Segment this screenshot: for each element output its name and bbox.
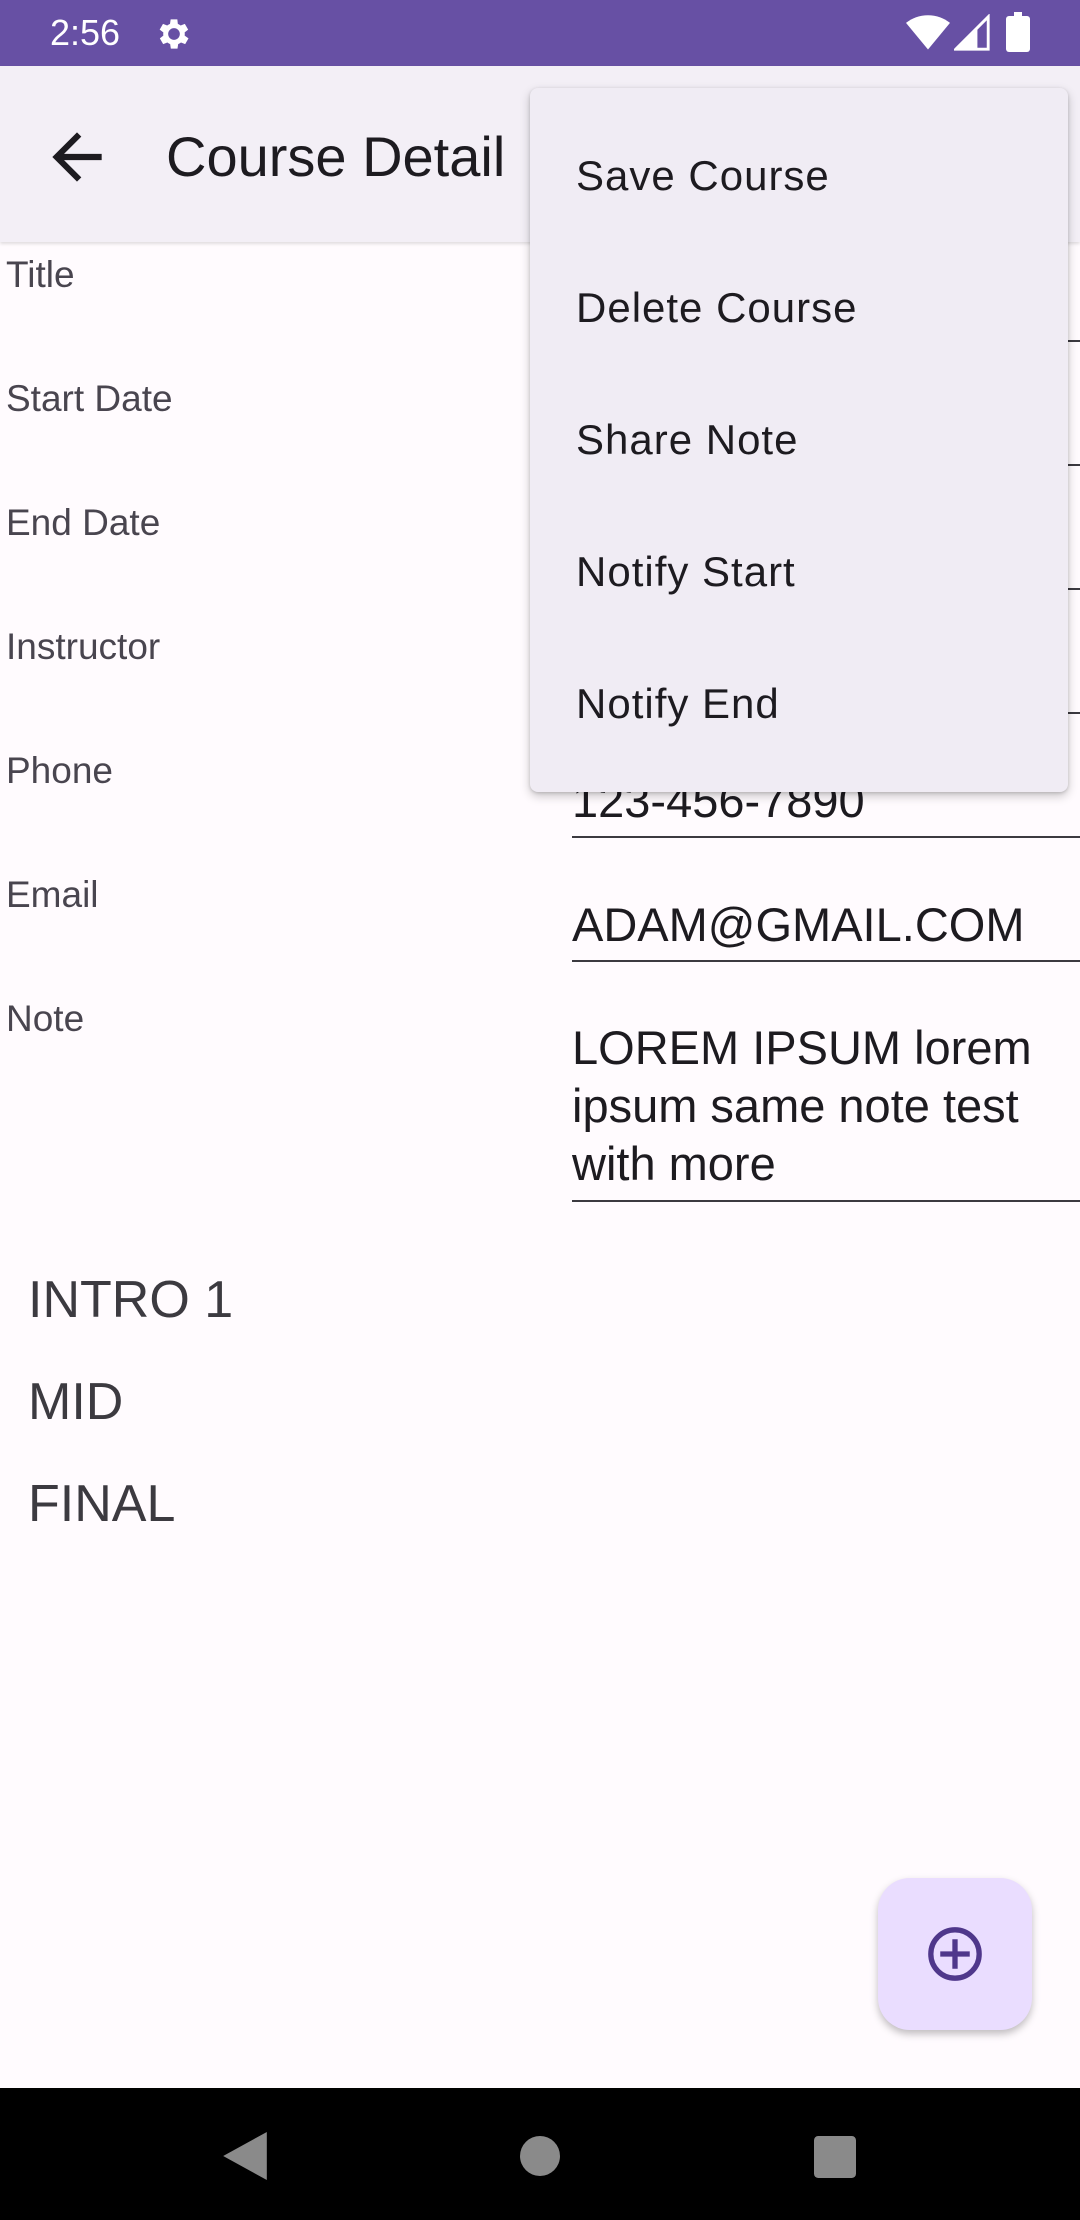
add-circle-icon bbox=[928, 1927, 982, 1981]
status-time: 2:56 bbox=[50, 12, 121, 53]
note-field-underline bbox=[572, 1200, 1080, 1202]
overflow-menu: Save Course Delete Course Share Note Not… bbox=[530, 88, 1068, 792]
email-label: Email bbox=[6, 874, 99, 915]
wifi-icon bbox=[906, 15, 950, 50]
menu-item-notify-end[interactable]: Notify End bbox=[530, 638, 1068, 770]
menu-item-label: Notify Start bbox=[576, 548, 796, 595]
nav-back-icon[interactable] bbox=[222, 2132, 268, 2180]
menu-item-save-course[interactable]: Save Course bbox=[530, 110, 1068, 242]
end-date-label: End Date bbox=[6, 502, 161, 543]
signal-icon bbox=[954, 14, 990, 51]
list-item[interactable]: INTRO 1 bbox=[28, 1268, 233, 1332]
arrow-back-icon[interactable] bbox=[40, 120, 114, 194]
status-bar: 2:56 bbox=[0, 0, 1080, 66]
title-label: Title bbox=[6, 254, 75, 295]
menu-item-label: Save Course bbox=[576, 152, 830, 199]
instructor-label: Instructor bbox=[6, 626, 161, 667]
add-assessment-button[interactable] bbox=[878, 1878, 1032, 2030]
note-field[interactable]: LOREM IPSUM lorem ipsum same note test w… bbox=[572, 1019, 1080, 1193]
list-item[interactable]: FINAL bbox=[28, 1472, 175, 1536]
menu-item-label: Notify End bbox=[576, 680, 780, 727]
nav-home-icon[interactable] bbox=[520, 2136, 560, 2176]
email-field[interactable]: ADAM@GMAIL.COM bbox=[572, 896, 1080, 954]
phone-field-underline bbox=[572, 836, 1080, 838]
menu-item-notify-start[interactable]: Notify Start bbox=[530, 506, 1068, 638]
list-item[interactable]: MID bbox=[28, 1370, 123, 1434]
start-date-label: Start Date bbox=[6, 378, 173, 419]
nav-recents-icon[interactable] bbox=[814, 2136, 856, 2178]
menu-item-label: Delete Course bbox=[576, 284, 858, 331]
battery-icon bbox=[1006, 12, 1030, 52]
menu-item-label: Share Note bbox=[576, 416, 799, 463]
system-nav-bar bbox=[0, 2088, 1080, 2220]
page-title: Course Detail bbox=[166, 125, 506, 188]
note-label: Note bbox=[6, 998, 85, 1039]
menu-item-share-note[interactable]: Share Note bbox=[530, 374, 1068, 506]
phone-label: Phone bbox=[6, 750, 113, 791]
menu-item-delete-course[interactable]: Delete Course bbox=[530, 242, 1068, 374]
gear-icon bbox=[159, 19, 189, 49]
email-field-underline bbox=[572, 960, 1080, 962]
